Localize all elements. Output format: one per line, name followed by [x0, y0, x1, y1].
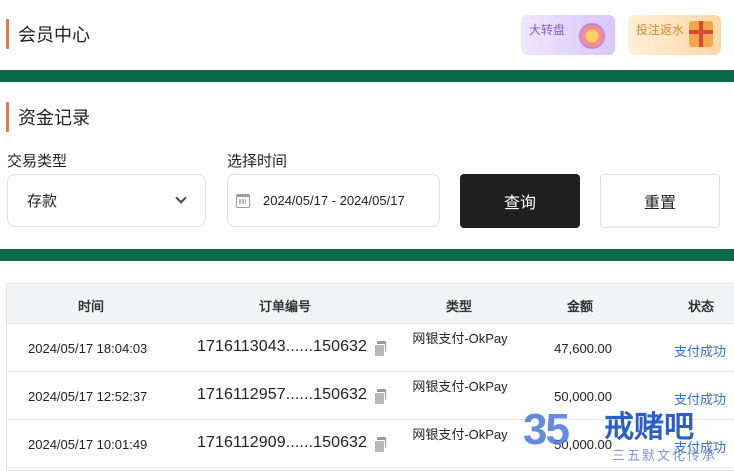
column-header-type: 类型 [446, 299, 473, 314]
row-time: 2024/05/17 12:52:37 [28, 389, 148, 404]
table-row: 2024/05/17 18:04:03 1716113043......1506… [7, 324, 734, 372]
column-header-amount: 金额 [567, 299, 594, 314]
row-type: 网银支付-OkPay [412, 331, 508, 346]
transaction-type-select[interactable]: 存款 [7, 174, 206, 227]
funds-record-title-text: 资金记录 [18, 108, 90, 128]
row-type: 网银支付-OkPay [412, 379, 508, 394]
row-amount: 50,000.00 [554, 389, 612, 404]
table-header: 时间 订单编号 类型 金额 状态 [7, 284, 734, 324]
copy-icon[interactable] [374, 389, 386, 405]
row-status-link[interactable]: 支付成功 [674, 341, 726, 360]
column-header-order: 订单编号 [259, 299, 312, 314]
row-order-number: 1716112957......150632 [197, 386, 368, 403]
column-header-time: 时间 [78, 299, 105, 314]
title-accent-bar [6, 102, 9, 132]
calendar-icon [236, 193, 250, 208]
prize-wheel-label: 大转盘 [529, 23, 566, 37]
table-row: 2024/05/17 12:52:37 1716112957......1506… [7, 372, 734, 420]
title-accent-bar [6, 19, 9, 49]
copy-icon[interactable] [374, 341, 386, 357]
date-range-value: 2024/05/17 - 2024/05/17 [263, 193, 405, 208]
section-divider [0, 70, 734, 82]
row-status-link[interactable]: 支付成功 [674, 437, 726, 456]
row-amount: 47,600.00 [554, 341, 612, 356]
member-center-header: 会员中心 大转盘 投注返水 [0, 0, 734, 70]
query-button[interactable]: 查询 [460, 174, 580, 228]
date-range-picker[interactable]: 2024/05/17 - 2024/05/17 [227, 174, 440, 227]
bet-rebate-label: 投注返水 [636, 23, 685, 37]
row-time: 2024/05/17 18:04:03 [28, 341, 148, 356]
bet-rebate-banner[interactable]: 投注返水 [628, 15, 721, 55]
transaction-type-label: 交易类型 [7, 153, 68, 170]
section-divider [0, 249, 734, 261]
column-header-status: 状态 [688, 299, 715, 314]
select-time-label: 选择时间 [227, 153, 288, 170]
copy-icon[interactable] [374, 437, 386, 453]
chevron-down-icon [175, 192, 187, 204]
table-row: 2024/05/17 10:01:49 1716112909......1506… [7, 420, 734, 468]
transaction-type-value: 存款 [27, 193, 58, 210]
row-amount: 50,000.00 [554, 437, 612, 452]
funds-record-table: 时间 订单编号 类型 金额 状态 2024/05/17 18:04:03 171… [6, 283, 734, 471]
row-type: 网银支付-OkPay [412, 427, 508, 442]
reset-button[interactable]: 重置 [600, 174, 720, 228]
gift-box-icon [689, 21, 713, 47]
row-time: 2024/05/17 10:01:49 [28, 437, 148, 452]
page-title: 会员中心 [6, 19, 90, 49]
row-status-link[interactable]: 支付成功 [674, 389, 726, 408]
row-order-number: 1716113043......150632 [197, 338, 368, 355]
funds-record-title: 资金记录 [6, 102, 90, 132]
prize-wheel-icon [579, 23, 605, 49]
row-order-number: 1716112909......150632 [197, 434, 368, 451]
prize-wheel-banner[interactable]: 大转盘 [521, 15, 615, 55]
page-title-text: 会员中心 [18, 25, 90, 45]
